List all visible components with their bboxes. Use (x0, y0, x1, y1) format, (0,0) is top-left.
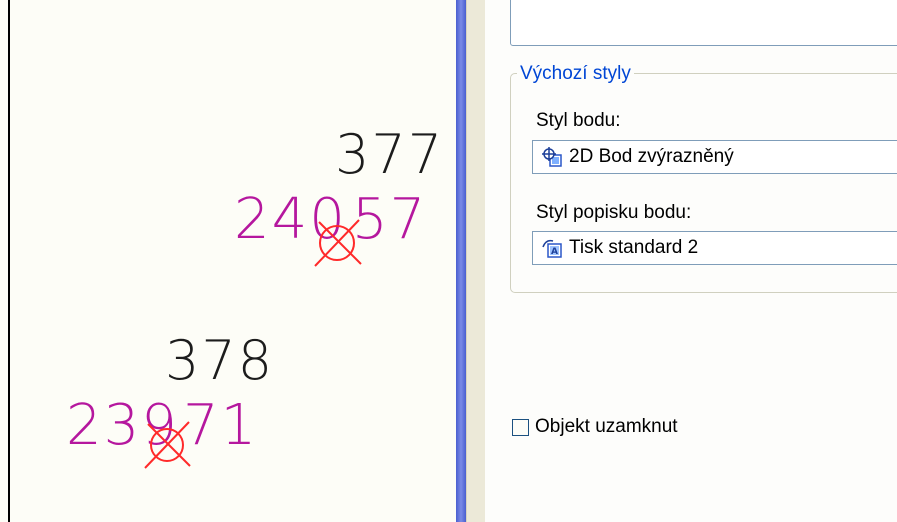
point-number-label: 377 (335, 123, 445, 186)
point-style-value: 2D Bod zvýrazněný (569, 146, 734, 167)
splitter-gutter (466, 0, 485, 522)
top-text-area[interactable] (510, 0, 897, 46)
drawing-canvas[interactable]: 377 240 57 378 239 71 (0, 0, 456, 522)
point-style-combo[interactable]: 2D Bod zvýrazněný (532, 140, 897, 174)
label-style-value: Tisk standard 2 (569, 237, 699, 258)
lock-object-option[interactable]: Objekt uzamknut (512, 416, 678, 438)
point-marker-icon[interactable] (140, 416, 196, 472)
splitter-bar[interactable] (456, 0, 466, 522)
label-style-label: Styl popisku bodu: (536, 202, 692, 223)
point-number-label: 378 (165, 329, 275, 392)
point-style-label: Styl bodu: (536, 110, 621, 131)
groupbox-title: Výchozí styly (517, 63, 634, 85)
canvas-border (8, 0, 10, 522)
label-style-icon: A (542, 239, 562, 258)
point-style-icon (542, 147, 562, 167)
lock-object-checkbox[interactable] (512, 418, 529, 436)
svg-text:A: A (551, 247, 558, 257)
point-marker-icon[interactable] (307, 214, 367, 270)
label-style-combo[interactable]: A Tisk standard 2 (532, 231, 897, 265)
lock-object-label[interactable]: Objekt uzamknut (535, 416, 678, 438)
